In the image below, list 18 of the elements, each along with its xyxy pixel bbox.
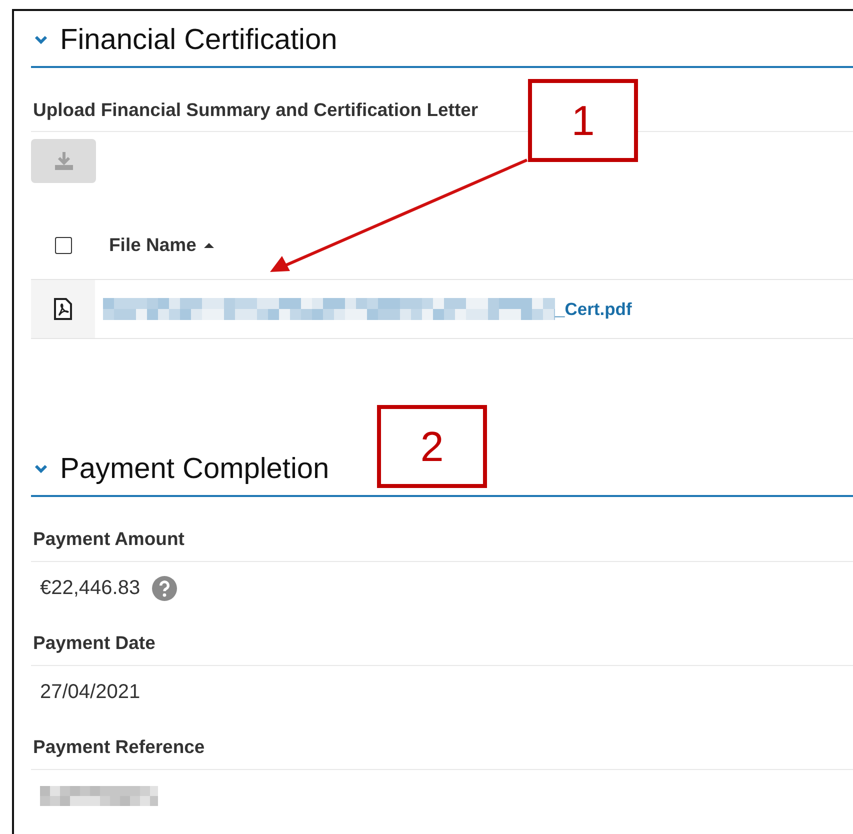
column-header[interactable]: File Name <box>109 234 196 256</box>
file-link[interactable]: _Cert.pdf <box>103 280 632 338</box>
sort-arrow-icon[interactable] <box>204 240 214 250</box>
section-title: Financial Certification <box>60 25 338 55</box>
section-title: Payment Completion <box>60 454 330 484</box>
chevron-icon[interactable] <box>34 462 48 476</box>
field-value: 27/04/2021 <box>40 680 140 704</box>
help-icon[interactable] <box>152 576 178 600</box>
chevron-icon[interactable] <box>34 33 48 47</box>
download-icon <box>52 150 74 172</box>
field-value: €22,446.83 <box>40 576 140 600</box>
callout-number: 2 <box>377 405 487 488</box>
field-label: Payment Reference <box>31 735 853 770</box>
field-label: Payment Amount <box>31 527 853 562</box>
select-all-checkbox[interactable] <box>55 236 72 254</box>
field-label: Payment Date <box>31 631 853 666</box>
pdf-file-icon <box>54 298 72 320</box>
callout-number: 1 <box>528 79 638 162</box>
